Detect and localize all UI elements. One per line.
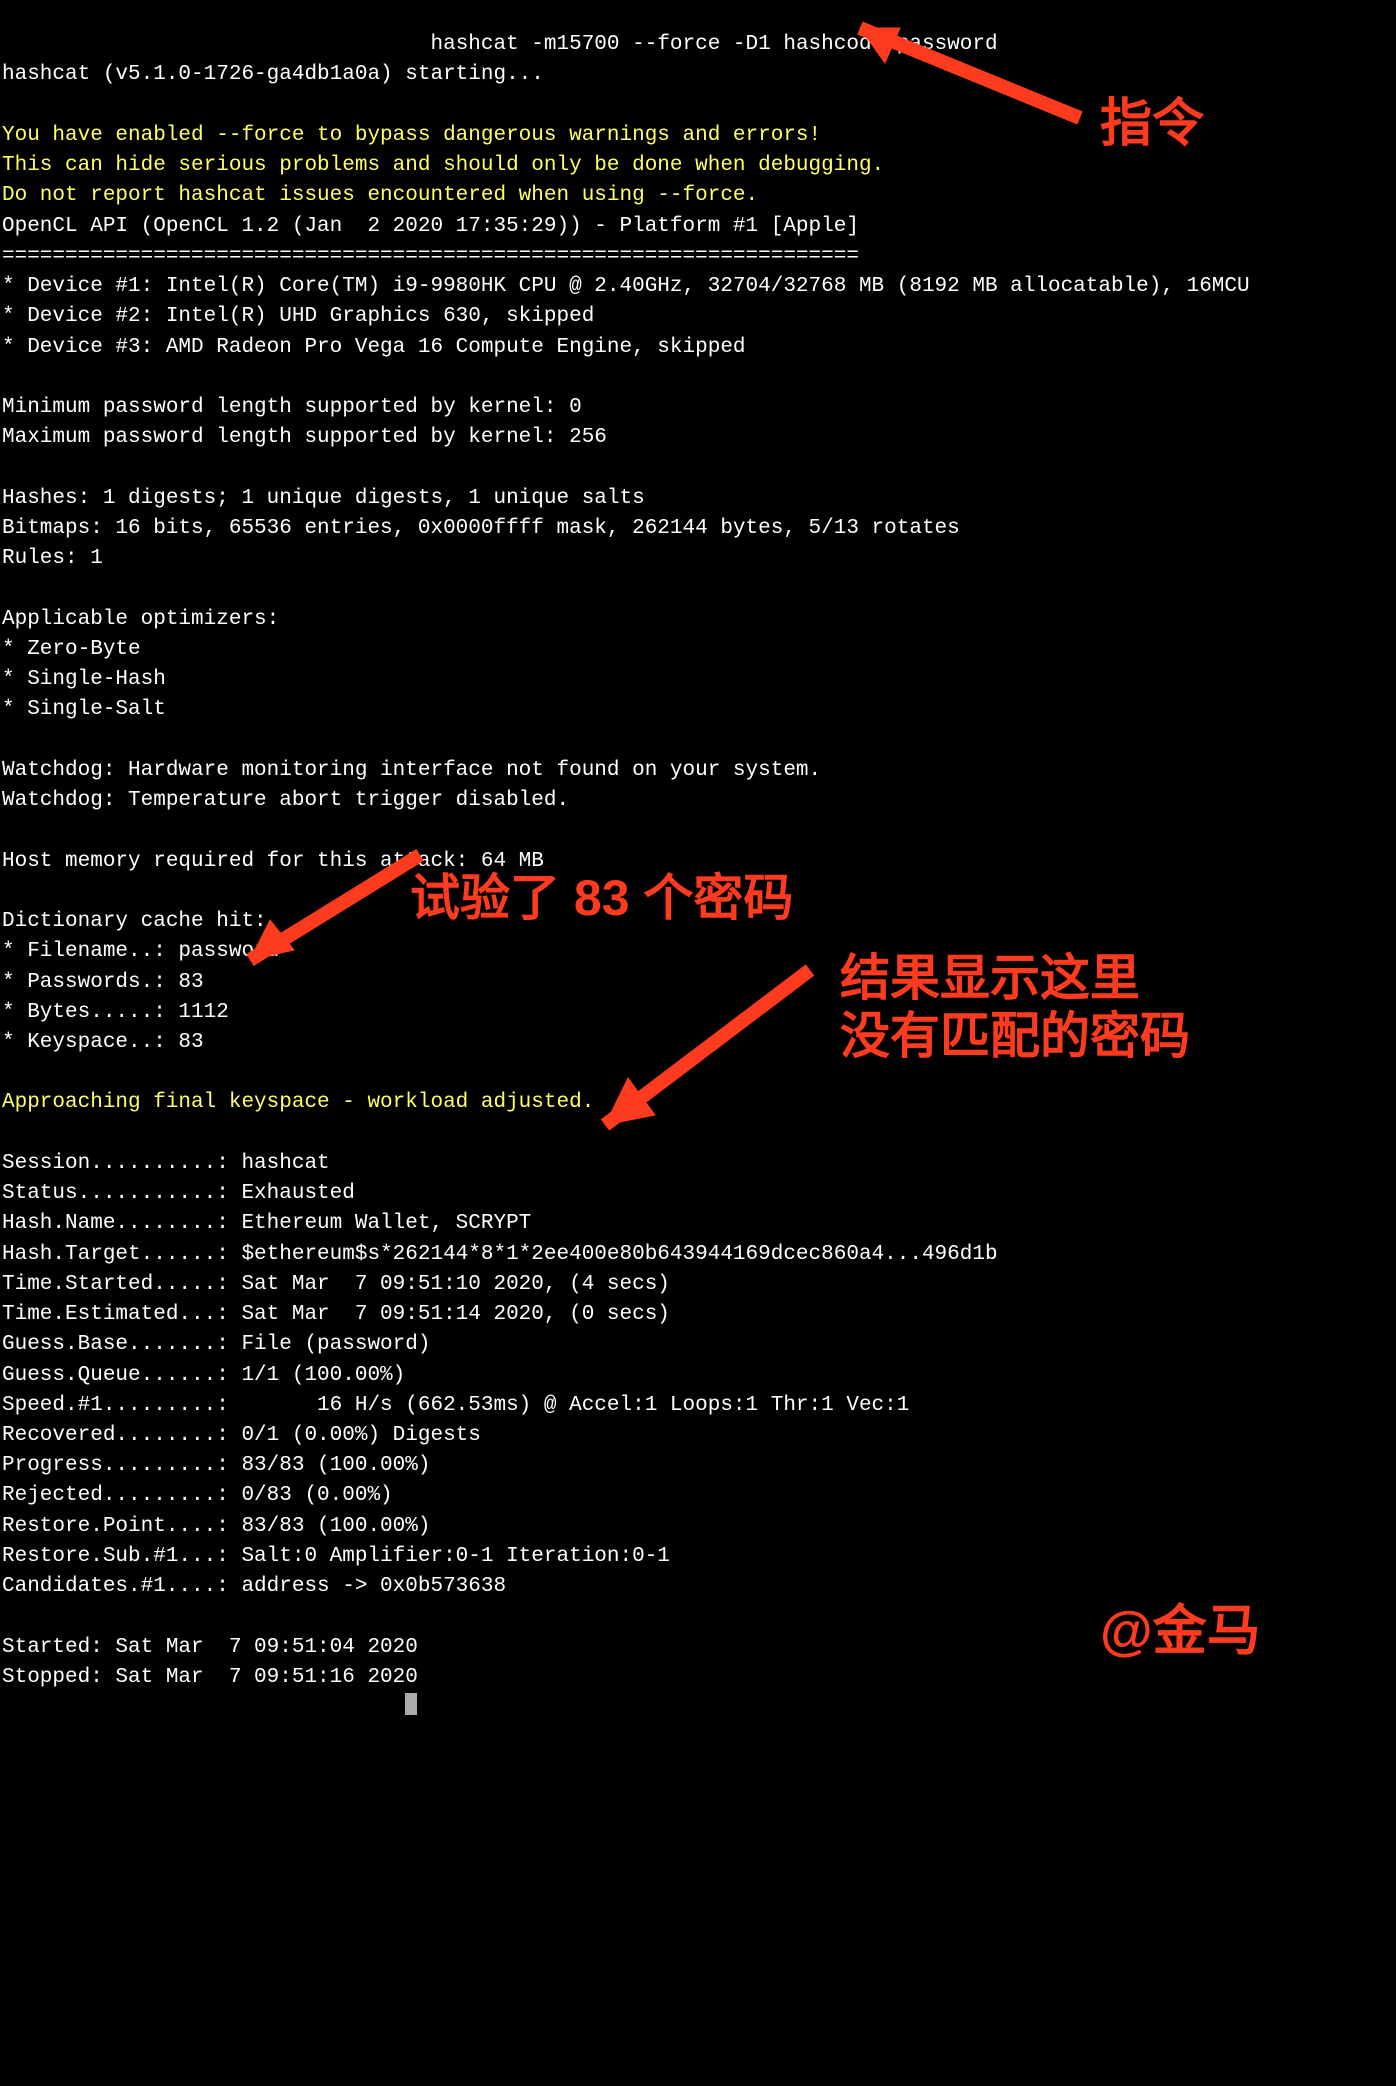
terminal-output: hashcat -m15700 --force -D1 hashcode pas…	[0, 0, 1396, 2086]
hostmem-line: Host memory required for this attack: 64…	[2, 850, 544, 873]
min-len-line: Minimum password length supported by ker…	[2, 396, 582, 419]
status-line: Session..........: hashcat	[2, 1152, 330, 1175]
device-line: * Device #3: AMD Radeon Pro Vega 16 Comp…	[2, 336, 746, 359]
started-line: Started: Sat Mar 7 09:51:04 2020	[2, 1636, 418, 1659]
bitmaps-line: Bitmaps: 16 bits, 65536 entries, 0x0000f…	[2, 517, 960, 540]
annotation-cmd: 指令	[1100, 95, 1204, 155]
status-line: Progress.........: 83/83 (100.00%)	[2, 1454, 430, 1477]
warn-line: You have enabled --force to bypass dange…	[2, 124, 821, 147]
device-line: * Device #2: Intel(R) UHD Graphics 630, …	[2, 305, 594, 328]
status-line: Restore.Point....: 83/83 (100.00%)	[2, 1515, 430, 1538]
warn-line: This can hide serious problems and shoul…	[2, 154, 884, 177]
warn-line: Do not report hashcat issues encountered…	[2, 184, 758, 207]
command-line: hashcat -m15700 --force -D1 hashcode pas…	[430, 33, 997, 56]
annotation-signature: @金马	[1100, 1600, 1261, 1662]
watchdog-line: Watchdog: Hardware monitoring interface …	[2, 759, 821, 782]
dict-line: * Filename..: password	[2, 940, 279, 963]
optimizers-header: Applicable optimizers:	[2, 608, 279, 631]
hashes-line: Hashes: 1 digests; 1 unique digests, 1 u…	[2, 487, 645, 510]
status-line: Recovered........: 0/1 (0.00%) Digests	[2, 1424, 481, 1447]
status-line: Speed.#1.........: 16 H/s (662.53ms) @ A…	[2, 1394, 909, 1417]
cursor	[2, 1696, 417, 1719]
status-line: Time.Started.....: Sat Mar 7 09:51:10 20…	[2, 1273, 670, 1296]
status-line: Restore.Sub.#1...: Salt:0 Amplifier:0-1 …	[2, 1545, 670, 1568]
max-len-line: Maximum password length supported by ker…	[2, 426, 607, 449]
status-line: Status...........: Exhausted	[2, 1182, 355, 1205]
status-line: Candidates.#1....: address -> 0x0b573638	[2, 1575, 506, 1598]
status-line: Hash.Name........: Ethereum Wallet, SCRY…	[2, 1212, 531, 1235]
status-line: Guess.Base.......: File (password)	[2, 1333, 430, 1356]
watchdog-line: Watchdog: Temperature abort trigger disa…	[2, 789, 569, 812]
device-line: * Device #1: Intel(R) Core(TM) i9-9980HK…	[2, 275, 1250, 298]
separator: ========================================…	[2, 245, 859, 268]
approach-line: Approaching final keyspace - workload ad…	[2, 1091, 594, 1114]
starting-line: hashcat (v5.1.0-1726-ga4db1a0a) starting…	[2, 63, 544, 86]
dict-line: * Passwords.: 83	[2, 971, 204, 994]
stopped-line: Stopped: Sat Mar 7 09:51:16 2020	[2, 1666, 418, 1689]
optimizer-item: * Single-Salt	[2, 698, 166, 721]
prompt-redacted	[2, 33, 430, 56]
dict-line: * Bytes.....: 1112	[2, 1001, 229, 1024]
dict-header: Dictionary cache hit:	[2, 910, 267, 933]
annotation-result: 结果显示这里 没有匹配的密码	[840, 950, 1190, 1065]
annotation-passwords: 试验了 83 个密码	[410, 870, 793, 928]
status-line: Hash.Target......: $ethereum$s*262144*8*…	[2, 1243, 998, 1266]
opencl-line: OpenCL API (OpenCL 1.2 (Jan 2 2020 17:35…	[2, 215, 859, 238]
dict-line: * Keyspace..: 83	[2, 1031, 204, 1054]
status-line: Rejected.........: 0/83 (0.00%)	[2, 1484, 393, 1507]
arrow-icon	[580, 960, 830, 1140]
optimizer-item: * Zero-Byte	[2, 638, 141, 661]
status-line: Time.Estimated...: Sat Mar 7 09:51:14 20…	[2, 1303, 670, 1326]
rules-line: Rules: 1	[2, 547, 103, 570]
status-line: Guess.Queue......: 1/1 (100.00%)	[2, 1364, 405, 1387]
optimizer-item: * Single-Hash	[2, 668, 166, 691]
